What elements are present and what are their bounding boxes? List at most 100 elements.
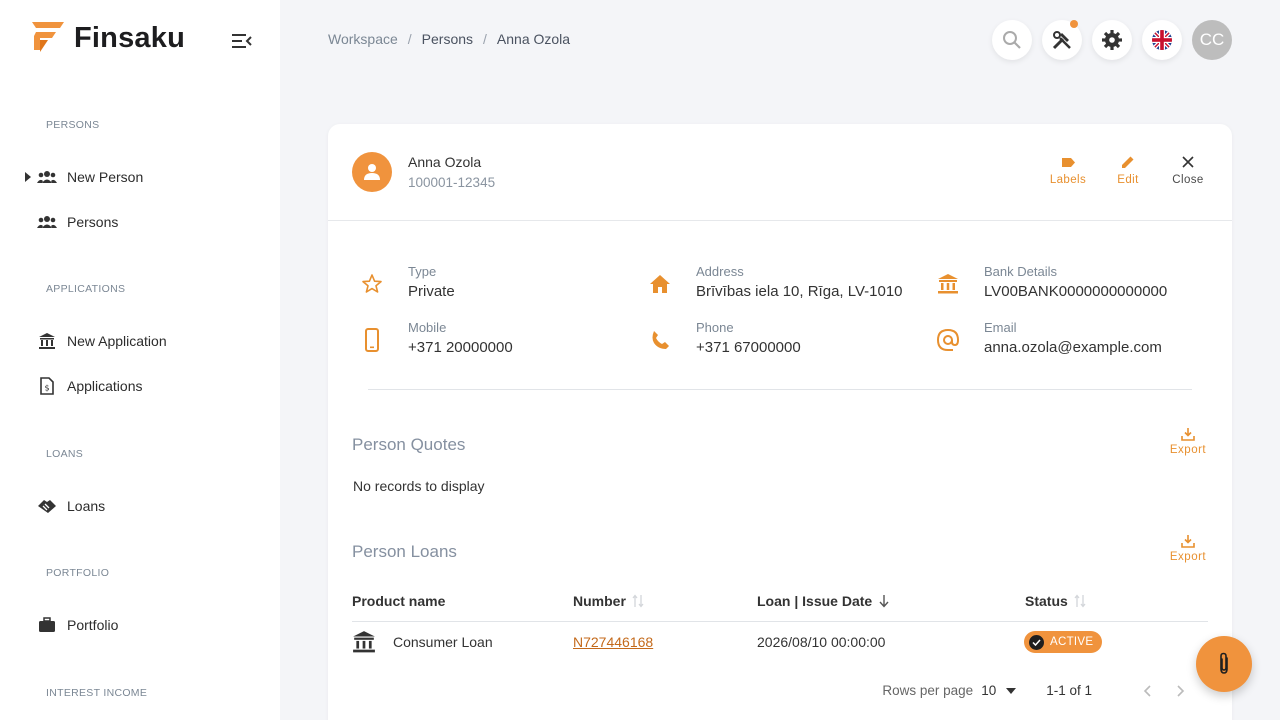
detail-label: Phone bbox=[696, 320, 734, 335]
gear-icon bbox=[1102, 30, 1122, 50]
breadcrumb-current: Anna Ozola bbox=[496, 31, 571, 47]
section-label-applications: APPLICATIONS bbox=[46, 283, 126, 295]
export-label: Export bbox=[1169, 444, 1207, 456]
briefcase-icon bbox=[36, 615, 58, 635]
tools-icon bbox=[1052, 31, 1071, 50]
check-icon bbox=[1029, 634, 1044, 650]
next-page-button[interactable] bbox=[1172, 684, 1190, 697]
sidebar-item-label: New Person bbox=[67, 169, 144, 185]
people-icon bbox=[36, 212, 58, 232]
finsaku-logo-icon bbox=[32, 22, 64, 52]
breadcrumb-workspace[interactable]: Workspace bbox=[328, 31, 398, 47]
top-actions: CC bbox=[992, 20, 1232, 60]
sidebar-item-label: Loans bbox=[67, 498, 106, 514]
sidebar-item-new-application[interactable]: New Application bbox=[20, 326, 260, 356]
detail-mobile: Mobile +371 20000000 bbox=[352, 318, 632, 364]
phone-icon bbox=[646, 326, 674, 354]
star-icon bbox=[358, 270, 386, 298]
sidebar-item-label: New Application bbox=[67, 333, 167, 349]
status-badge: ACTIVE bbox=[1024, 631, 1103, 653]
export-loans-button[interactable]: Export bbox=[1166, 534, 1210, 563]
header-actions: Labels Edit Close bbox=[1046, 154, 1210, 186]
paperclip-icon bbox=[1220, 652, 1228, 674]
detail-address: Address Brīvības iela 10, Rīga, LV-1010 bbox=[640, 262, 920, 308]
labels-button-label: Labels bbox=[1049, 174, 1087, 186]
sidebar-item-label: Applications bbox=[67, 378, 143, 394]
sidebar-item-persons[interactable]: Persons bbox=[20, 207, 260, 237]
detail-label: Mobile bbox=[408, 320, 447, 335]
labels-button[interactable]: Labels bbox=[1046, 154, 1090, 186]
column-header-date[interactable]: Loan | Issue Date bbox=[757, 593, 890, 609]
sidebar-item-new-person[interactable]: New Person bbox=[20, 162, 260, 192]
caret-right-icon[interactable] bbox=[20, 172, 36, 182]
rows-per-page-label: Rows per page bbox=[882, 683, 974, 698]
previous-page-button[interactable] bbox=[1138, 684, 1156, 697]
user-avatar[interactable]: CC bbox=[1192, 20, 1232, 60]
document-icon: $ bbox=[36, 376, 58, 396]
search-button[interactable] bbox=[992, 20, 1032, 60]
people-icon bbox=[36, 167, 58, 187]
detail-phone: Phone +371 67000000 bbox=[640, 318, 920, 364]
person-name: Anna Ozola bbox=[408, 154, 482, 170]
section-label-portfolio: PORTFOLIO bbox=[46, 567, 110, 579]
detail-value: Private bbox=[408, 283, 455, 300]
person-loans-title: Person Loans bbox=[352, 542, 457, 561]
column-header-label: Loan | Issue Date bbox=[757, 593, 873, 609]
export-quotes-button[interactable]: Export bbox=[1166, 427, 1210, 456]
search-icon bbox=[1003, 31, 1021, 49]
breadcrumb-persons[interactable]: Persons bbox=[422, 31, 473, 47]
tools-button[interactable] bbox=[1042, 20, 1082, 60]
sort-descending-icon[interactable] bbox=[878, 594, 890, 608]
detail-value: LV00BANK0000000000000 bbox=[984, 283, 1168, 300]
export-label: Export bbox=[1169, 551, 1207, 563]
column-header-product[interactable]: Product name bbox=[352, 593, 445, 609]
logo[interactable]: Finsaku bbox=[30, 20, 260, 56]
loan-number-link[interactable]: N727446168 bbox=[573, 634, 653, 650]
divider bbox=[368, 389, 1192, 390]
label-icon bbox=[1061, 154, 1076, 170]
download-icon bbox=[1181, 428, 1195, 441]
rows-per-page-select[interactable]: 10 bbox=[981, 683, 1017, 698]
chevron-right-icon bbox=[1177, 684, 1185, 697]
detail-label: Bank Details bbox=[984, 264, 1057, 279]
column-header-number[interactable]: Number bbox=[573, 593, 644, 609]
cell-date: 2026/08/10 00:00:00 bbox=[757, 634, 885, 650]
download-icon bbox=[1181, 535, 1195, 548]
breadcrumb-separator: / bbox=[407, 31, 412, 47]
sidebar-item-applications[interactable]: $ Applications bbox=[20, 371, 260, 401]
detail-label: Email bbox=[984, 320, 1017, 335]
svg-text:$: $ bbox=[44, 384, 49, 393]
table-header-divider bbox=[352, 621, 1208, 622]
detail-value: +371 67000000 bbox=[696, 339, 801, 356]
sidebar-item-portfolio[interactable]: Portfolio bbox=[20, 610, 260, 640]
attachment-button[interactable] bbox=[1196, 636, 1252, 692]
collapse-menu-icon[interactable] bbox=[232, 33, 252, 49]
person-header: Anna Ozola 100001-12345 Labels Edit Clos… bbox=[328, 124, 1232, 221]
pencil-icon bbox=[1121, 154, 1135, 170]
language-button[interactable] bbox=[1142, 20, 1182, 60]
person-quotes-title: Person Quotes bbox=[352, 435, 466, 454]
rows-per-page-value: 10 bbox=[981, 683, 997, 698]
sort-icon[interactable] bbox=[1074, 594, 1086, 608]
person-id: 100001-12345 bbox=[408, 175, 496, 190]
close-icon bbox=[1182, 154, 1194, 170]
detail-label: Address bbox=[696, 264, 744, 279]
person-card: Anna Ozola 100001-12345 Labels Edit Clos… bbox=[328, 124, 1232, 720]
column-header-status[interactable]: Status bbox=[1025, 593, 1086, 609]
detail-type: Type Private bbox=[352, 262, 632, 308]
detail-label: Type bbox=[408, 264, 437, 279]
sidebar: Finsaku PERSONS New Person Persons APPLI… bbox=[0, 0, 280, 720]
detail-email: Email anna.ozola@example.com bbox=[928, 318, 1208, 364]
sort-icon[interactable] bbox=[632, 594, 644, 608]
sidebar-item-loans[interactable]: Loans bbox=[20, 491, 260, 521]
detail-bank: Bank Details LV00BANK0000000000000 bbox=[928, 262, 1208, 308]
handshake-icon bbox=[36, 496, 58, 516]
close-button[interactable]: Close bbox=[1166, 154, 1210, 186]
settings-button[interactable] bbox=[1092, 20, 1132, 60]
breadcrumb: Workspace / Persons / Anna Ozola bbox=[328, 31, 570, 47]
notification-dot bbox=[1070, 20, 1078, 28]
caret-down-icon bbox=[1006, 687, 1017, 694]
edit-button[interactable]: Edit bbox=[1106, 154, 1150, 186]
cell-status: ACTIVE bbox=[1024, 631, 1103, 653]
sidebar-item-label: Portfolio bbox=[67, 617, 119, 633]
